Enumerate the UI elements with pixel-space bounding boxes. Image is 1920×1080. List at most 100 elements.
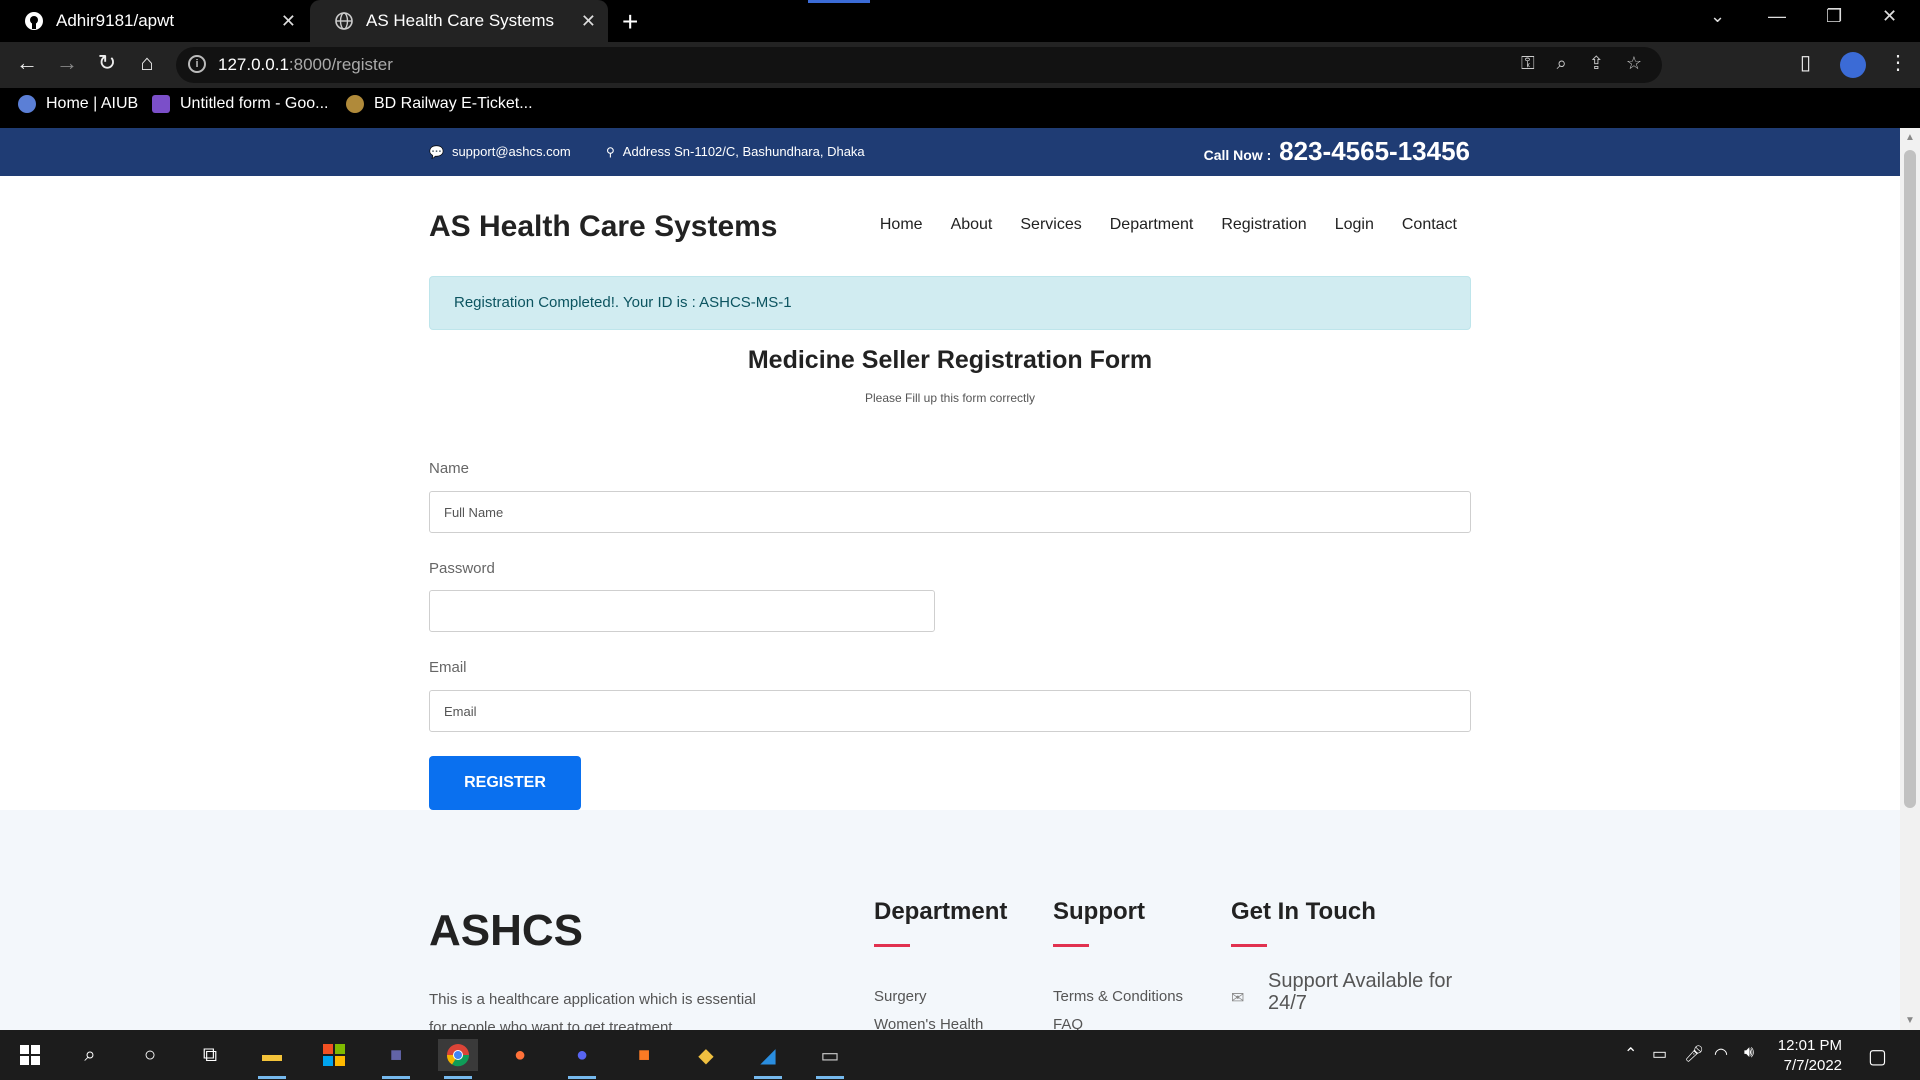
footer-link-faq[interactable]: FAQ	[1053, 1016, 1083, 1030]
railway-icon	[346, 95, 364, 113]
wifi-icon[interactable]: ◠	[1714, 1044, 1728, 1064]
zoom-icon[interactable]: ⌕	[1557, 53, 1567, 74]
teams-icon[interactable]: ■	[376, 1039, 416, 1079]
site-footer: ASHCS This is a healthcare application w…	[0, 810, 1900, 1030]
footer-department-title: Department	[874, 898, 1008, 925]
footer-brand: ASHCS	[429, 906, 584, 955]
sidepanel-icon[interactable]: ▯	[1800, 50, 1811, 75]
nav-about[interactable]: About	[951, 216, 993, 234]
location-pin-icon: ⚲	[606, 144, 615, 159]
loading-indicator	[808, 0, 870, 3]
nav-home[interactable]: Home	[880, 216, 923, 234]
address-bar[interactable]: i 127.0.0.1:8000/register ⚿ ⌕ ⇪ ☆	[176, 47, 1662, 83]
email-input[interactable]	[429, 690, 1471, 732]
register-button[interactable]: REGISTER	[429, 756, 581, 810]
nav-services[interactable]: Services	[1020, 216, 1081, 234]
topbar-address: ⚲ Address Sn-1102/C, Bashundhara, Dhaka	[606, 144, 865, 159]
scroll-down-icon[interactable]: ▼	[1905, 1015, 1915, 1026]
page-scrollbar[interactable]: ▲ ▼	[1900, 128, 1920, 1030]
bookmark-google-form[interactable]: Untitled form - Goo...	[152, 95, 329, 113]
browser-toolbar: ← → ↻ ⌂ i 127.0.0.1:8000/register ⚿ ⌕ ⇪ …	[0, 42, 1920, 88]
scroll-up-icon[interactable]: ▲	[1905, 132, 1915, 143]
close-icon[interactable]: ✕	[581, 11, 596, 32]
new-tab-icon[interactable]: +	[622, 6, 638, 38]
menu-icon[interactable]: ⋮	[1888, 50, 1908, 75]
windows-start-icon[interactable]	[10, 1039, 50, 1071]
footer-divider	[1053, 944, 1089, 947]
site-header: AS Health Care Systems Home About Servic…	[429, 176, 1471, 276]
forms-icon	[152, 95, 170, 113]
vscode-icon[interactable]: ◢	[748, 1039, 788, 1079]
chat-icon: 💬	[429, 144, 444, 159]
reload-icon[interactable]: ↻	[92, 50, 122, 76]
search-icon[interactable]: ⌕	[70, 1039, 110, 1071]
footer-link-womens-health[interactable]: Women's Health	[874, 1016, 983, 1030]
footer-touch-title: Get In Touch	[1231, 898, 1376, 925]
nav-department[interactable]: Department	[1110, 216, 1194, 234]
info-icon[interactable]: i	[188, 55, 206, 73]
footer-description: This is a healthcare application which i…	[429, 991, 756, 1030]
minimize-icon[interactable]: —	[1768, 6, 1786, 27]
close-window-icon[interactable]: ✕	[1882, 6, 1897, 27]
file-explorer-icon[interactable]: ▬	[252, 1039, 292, 1079]
profile-avatar[interactable]	[1840, 52, 1866, 78]
restore-icon[interactable]: ❐	[1826, 6, 1842, 27]
nav-contact[interactable]: Contact	[1402, 216, 1457, 234]
footer-link-terms[interactable]: Terms & Conditions	[1053, 988, 1183, 1005]
github-icon	[24, 11, 44, 31]
mail-icon: ✉	[1231, 990, 1245, 1007]
phone-number[interactable]: 823-4565-13456	[1279, 136, 1470, 166]
tab-github[interactable]: Adhir9181/apwt ✕	[0, 0, 308, 42]
volume-icon[interactable]: 🔊︎	[1744, 1044, 1754, 1062]
password-input[interactable]	[429, 590, 935, 632]
bookmark-railway[interactable]: BD Railway E-Ticket...	[346, 95, 533, 113]
browser-tab-strip: Adhir9181/apwt ✕ AS Health Care Systems …	[0, 0, 1920, 42]
forward-icon[interactable]: →	[52, 50, 82, 76]
star-icon[interactable]: ☆	[1626, 53, 1642, 74]
bookmarks-bar: Home | AIUB Untitled form - Goo... BD Ra…	[0, 88, 1920, 128]
url-text: 127.0.0.1:8000/register	[218, 55, 393, 75]
git-icon[interactable]: ◆	[686, 1039, 726, 1071]
home-icon[interactable]: ⌂	[132, 50, 162, 76]
task-view-icon[interactable]: ⧉	[190, 1039, 230, 1071]
notification-icon[interactable]: ▢	[1868, 1044, 1887, 1069]
bookmark-aiub[interactable]: Home | AIUB	[18, 95, 138, 113]
firefox-icon[interactable]: ●	[500, 1039, 540, 1071]
password-label: Password	[429, 560, 495, 577]
footer-divider	[1231, 944, 1267, 947]
cortana-icon[interactable]: ○	[130, 1039, 170, 1071]
tab-ashcs[interactable]: AS Health Care Systems ✕	[310, 0, 608, 42]
microsoft-store-icon[interactable]	[314, 1039, 354, 1071]
site-brand[interactable]: AS Health Care Systems	[429, 210, 778, 244]
share-icon[interactable]: ⇪	[1589, 53, 1604, 74]
chrome-icon[interactable]	[438, 1039, 478, 1079]
web-page: 💬 support@ashcs.com ⚲ Address Sn-1102/C,…	[0, 128, 1900, 1030]
xampp-icon[interactable]: ■	[624, 1039, 664, 1071]
chevron-down-icon[interactable]: ⌄	[1710, 6, 1725, 27]
nav-registration[interactable]: Registration	[1221, 216, 1306, 234]
footer-touch-text: Support Available for 24/7	[1268, 970, 1453, 1014]
tab-title: Adhir9181/apwt	[56, 11, 175, 30]
site-topbar: 💬 support@ashcs.com ⚲ Address Sn-1102/C,…	[0, 128, 1900, 176]
main-nav: Home About Services Department Registrat…	[880, 216, 1457, 234]
scrollbar-thumb[interactable]	[1904, 150, 1916, 808]
battery-icon[interactable]: ▭	[1652, 1044, 1667, 1064]
tray-chevron-up-icon[interactable]: ⌃	[1624, 1044, 1637, 1064]
footer-link-surgery[interactable]: Surgery	[874, 988, 927, 1005]
back-icon[interactable]: ←	[12, 50, 42, 76]
terminal-icon[interactable]: ▭	[810, 1039, 850, 1079]
url-path: :8000/register	[288, 55, 393, 74]
footer-support-title: Support	[1053, 898, 1145, 925]
system-clock[interactable]: 12:01 PM 7/7/2022	[1770, 1036, 1842, 1076]
microphone-icon[interactable]: 🎤︎	[1684, 1044, 1704, 1064]
name-label: Name	[429, 460, 470, 477]
key-icon[interactable]: ⚿	[1521, 53, 1535, 74]
windows-taskbar: ⌕ ○ ⧉ ▬ ■ ● ● ■ ◆ ◢ ▭ ⌃ ▭ 🎤︎ ◠ 🔊︎ 12:01 …	[0, 1030, 1920, 1080]
omnibox-icons: ⚿ ⌕ ⇪ ☆	[1521, 53, 1642, 74]
clock-time: 12:01 PM	[1777, 1037, 1842, 1054]
close-icon[interactable]: ✕	[281, 11, 296, 32]
topbar-email[interactable]: 💬 support@ashcs.com	[429, 144, 571, 159]
name-input[interactable]	[429, 491, 1471, 533]
discord-icon[interactable]: ●	[562, 1039, 602, 1079]
nav-login[interactable]: Login	[1335, 216, 1374, 234]
